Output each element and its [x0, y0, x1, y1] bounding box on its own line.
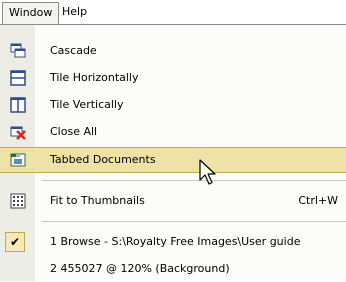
menu-window-label: Window — [9, 6, 53, 19]
menu-item-label: Fit to Thumbnails — [50, 194, 145, 207]
menu-item-shortcut: Ctrl+W — [298, 194, 338, 207]
check-icon: ✔ — [5, 232, 25, 252]
menu-item-tabbed-documents[interactable]: Tabbed Documents — [0, 147, 346, 173]
menu-item-label: Tile Vertically — [50, 98, 124, 111]
menu-item-label: 1 Browse - S:\Royalty Free Images\User g… — [50, 235, 301, 248]
menu-item-label: Tabbed Documents — [50, 153, 156, 166]
menu-item-fit-to-thumbnails[interactable]: Fit to Thumbnails Ctrl+W — [0, 188, 346, 214]
menu-item-window-1[interactable]: ✔ 1 Browse - S:\Royalty Free Images\User… — [0, 229, 346, 255]
menu-separator — [42, 221, 346, 222]
window-dropdown-menu: Cascade Tile Horizontally Tile Verticall… — [0, 24, 346, 281]
tile-horizontal-icon — [10, 70, 26, 86]
menu-help[interactable]: Help — [56, 2, 93, 22]
menu-item-window-2[interactable]: 2 455027 @ 120% (Background) — [0, 256, 346, 282]
menu-item-tile-horizontally[interactable]: Tile Horizontally — [0, 65, 346, 91]
menu-help-label: Help — [62, 5, 88, 18]
mouse-cursor-icon — [198, 158, 218, 188]
tabbed-documents-icon — [10, 152, 26, 168]
menu-item-cascade[interactable]: Cascade — [0, 38, 346, 64]
menu-item-label: Cascade — [50, 44, 97, 57]
thumbnails-icon — [10, 193, 26, 209]
menu-item-label: Tile Horizontally — [50, 71, 139, 84]
menu-window[interactable]: Window — [2, 2, 60, 25]
menu-item-tile-vertically[interactable]: Tile Vertically — [0, 92, 346, 118]
menu-bar: Window Help — [0, 0, 346, 25]
menu-separator — [42, 180, 346, 181]
close-all-icon — [10, 124, 26, 140]
menu-item-close-all[interactable]: Close All — [0, 119, 346, 145]
menu-item-label: 2 455027 @ 120% (Background) — [50, 262, 230, 275]
cascade-icon — [10, 43, 26, 59]
menu-item-label: Close All — [50, 125, 98, 138]
tile-vertical-icon — [10, 97, 26, 113]
